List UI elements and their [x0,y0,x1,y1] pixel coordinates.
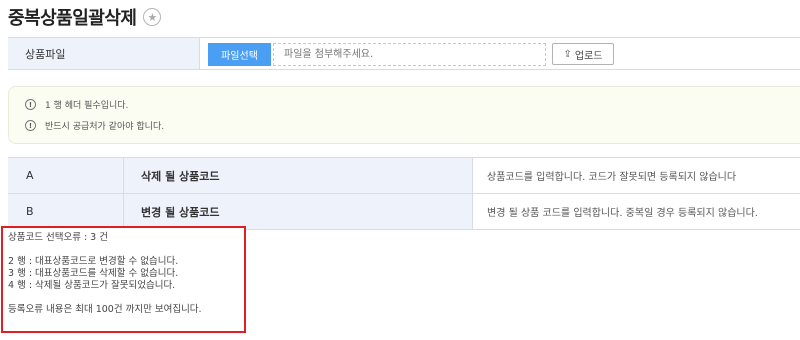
error-result-box: 상품코드 선택오류 : 3 건 2 행 : 대표상품코드로 변경할 수 없습니다… [1,226,246,333]
upload-body: 파일선택 ⇪ 업로드 [200,38,800,69]
error-item: 2 행 : 대표상품코드로 변경할 수 없습니다. [8,256,179,267]
error-item: 3 행 : 대표상품코드를 삭제할 수 없습니다. [8,268,179,279]
column-letter: A [8,158,124,193]
upload-row: 상품파일 파일선택 ⇪ 업로드 [8,37,800,70]
exclamation-circle-icon: ! [25,120,36,131]
table-row: B 변경 될 상품코드 변경 될 상품 코드를 입력합니다. 중복일 경우 등록… [8,194,800,230]
upload-icon: ⇪ [563,48,572,60]
exclamation-circle-icon: ! [25,99,36,110]
notice-text: 반드시 공급처가 같아야 합니다. [45,122,165,132]
column-letter: B [8,194,124,229]
upload-button-label: 업로드 [574,50,603,62]
error-summary: 상품코드 선택오류 : 3 건 [8,232,108,243]
page-title: 중복상품일괄삭제 [8,8,137,29]
upload-label: 상품파일 [8,38,200,69]
notice-text: 1 행 헤더 필수입니다. [45,101,129,111]
notice-item: ! 반드시 공급처가 같아야 합니다. [25,119,800,132]
table-row: A 삭제 될 상품코드 상품코드를 입력합니다. 코드가 잘못되면 등록되지 않… [8,158,800,194]
notice-box: ! 1 행 헤더 필수입니다. ! 반드시 공급처가 같아야 합니다. [8,86,800,144]
field-description: 상품코드를 입력합니다. 코드가 잘못되면 등록되지 않습니다 [473,158,800,193]
error-item: 4 행 : 삭제될 상품코드가 잘못되었습니다. [8,280,176,291]
column-mapping-table: A 삭제 될 상품코드 상품코드를 입력합니다. 코드가 잘못되면 등록되지 않… [8,157,800,230]
file-path-input[interactable] [273,43,546,66]
upload-button[interactable]: ⇪ 업로드 [552,43,614,65]
notice-item: ! 1 행 헤더 필수입니다. [25,98,800,111]
field-name: 삭제 될 상품코드 [124,158,473,193]
file-select-button[interactable]: 파일선택 [208,43,271,66]
star-icon[interactable]: ★ [143,8,162,26]
field-description: 변경 될 상품 코드를 입력합니다. 중복일 경우 등록되지 않습니다. [473,194,800,229]
field-name: 변경 될 상품코드 [124,194,473,229]
error-footer: 등록오류 내용은 최대 100건 까지만 보여집니다. [8,304,202,315]
page-header: 중복상품일괄삭제 ★ [8,4,162,30]
